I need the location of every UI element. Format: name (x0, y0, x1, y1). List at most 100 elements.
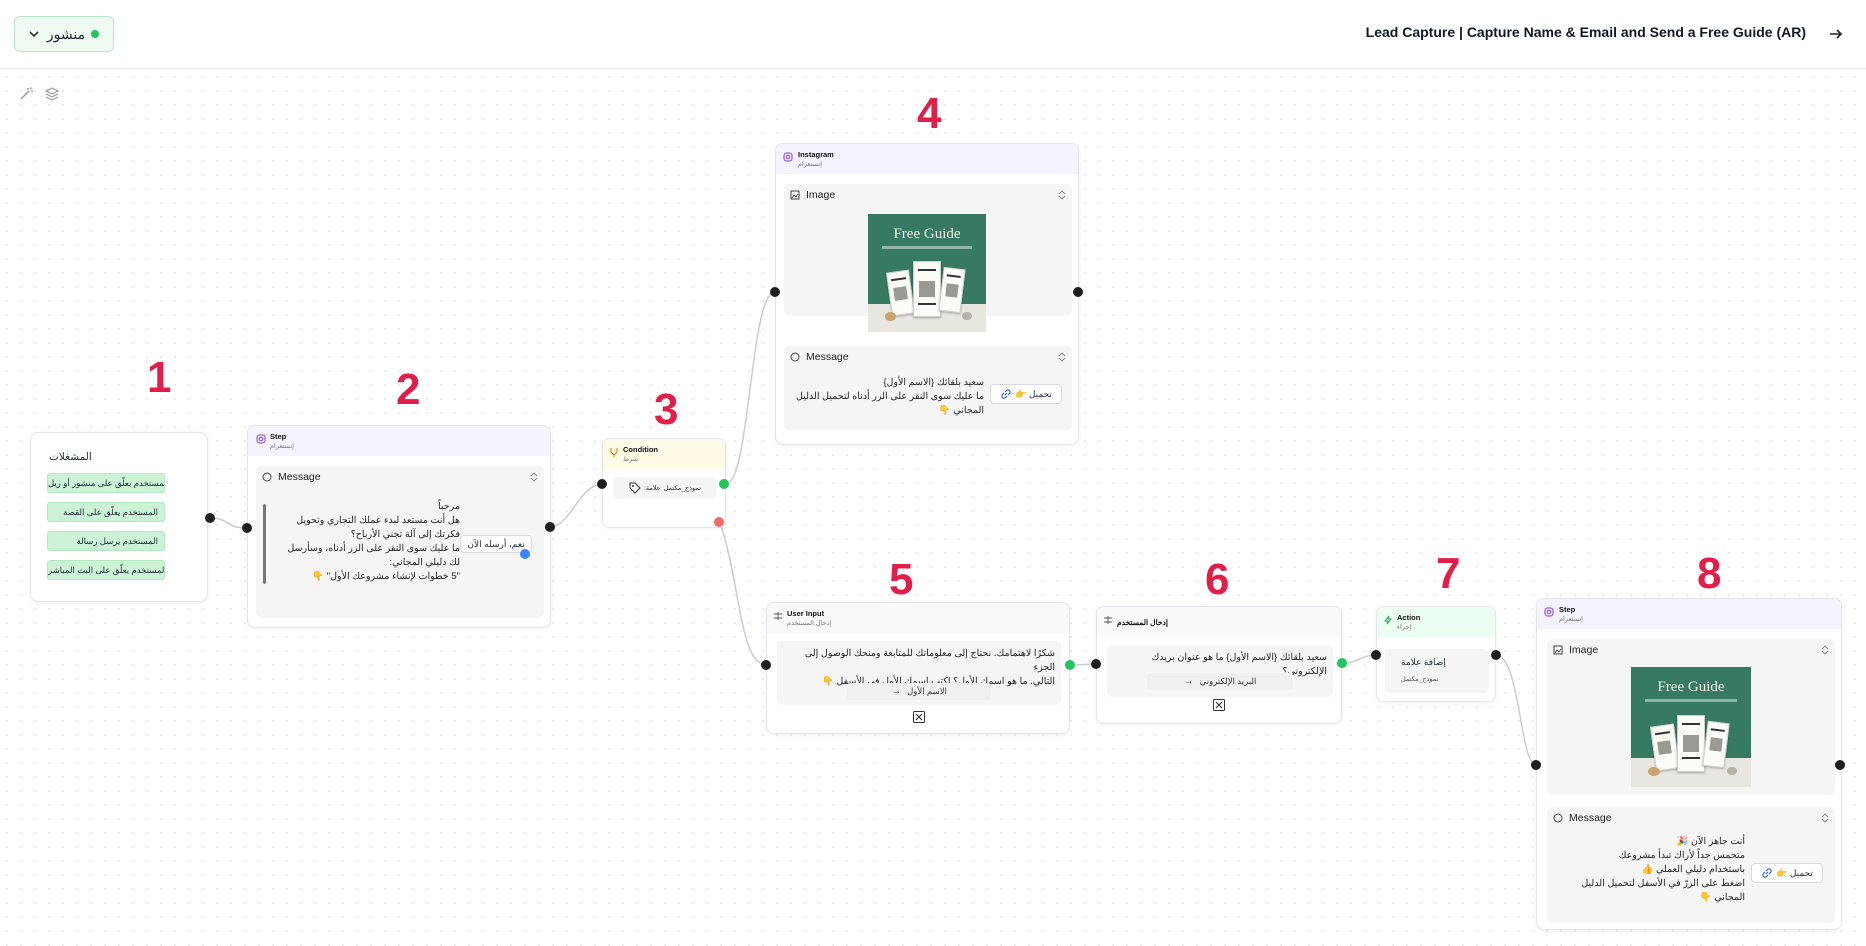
input-port[interactable] (1091, 659, 1101, 669)
trigger-item[interactable]: المستخدم يرسل رسالة (47, 531, 165, 551)
download-button[interactable]: 👉 تحميل (990, 384, 1062, 404)
action-item[interactable]: إضافة علامة نموذج_مكتمل (1385, 649, 1489, 693)
message-section[interactable]: Message مرحباً هل أنت مستعد لبدء عملك ال… (256, 466, 544, 618)
node-title: User Input (787, 609, 825, 618)
triggers-node[interactable]: المشغلات المستخدم يعلّق على منشور أو ريل… (30, 432, 208, 602)
scrollbar[interactable] (263, 504, 266, 584)
button-output-port[interactable] (520, 549, 530, 559)
first-name-field[interactable]: → الاسم الأول (847, 683, 991, 700)
input-port[interactable] (242, 523, 252, 533)
output-port[interactable] (1835, 760, 1845, 770)
condition-false-port[interactable] (714, 517, 724, 527)
node-header: Step إنستغرام (248, 426, 550, 456)
node-header: Action إجراء (1377, 607, 1495, 637)
message-section[interactable]: سعيد بلقائك {الاسم الأول} ما هو عنوان بر… (1107, 645, 1333, 697)
condition-true-port[interactable] (719, 479, 729, 489)
action-label: إضافة علامة (1401, 657, 1446, 667)
message-section[interactable]: Message أنت جاهز الآن 🎉 متحمس جداً لأراك… (1547, 807, 1835, 923)
message-text: مرحباً هل أنت مستعد لبدء عملك التجاري وت… (287, 501, 460, 582)
input-port[interactable] (761, 660, 771, 670)
step-number-5: 5 (889, 555, 914, 604)
image-icon (1553, 645, 1563, 655)
condition-rule[interactable]: :علامة نموذج_مكتمل (613, 477, 717, 499)
node-header: Condition شرط (603, 439, 725, 469)
message-text: سعيد بلقائك {الاسم الأول} ما عليك سوى ال… (796, 377, 984, 416)
input-port[interactable] (597, 479, 607, 489)
step-number-3: 3 (654, 385, 679, 434)
top-bar: منشور Lead Capture | Capture Name & Emai… (0, 0, 1866, 69)
status-label: منشور (46, 25, 86, 42)
message-text: أنت جاهز الآن 🎉 متحمس جداً لأراك تبدأ مش… (1581, 836, 1745, 903)
email-field[interactable]: → البريد الإلكتروني (1147, 673, 1293, 690)
section-title: Message (806, 351, 849, 363)
output-port[interactable] (1491, 650, 1501, 660)
node-title: Instagram (798, 150, 834, 159)
magic-wand-icon[interactable] (18, 86, 34, 102)
final-step-node[interactable]: Step إنستغرام Image Free Guide Message أ… (1536, 598, 1842, 930)
instagram-icon (1544, 607, 1554, 617)
flow-title: Lead Capture | Capture Name & Email and … (1365, 24, 1806, 40)
output-port[interactable] (545, 522, 555, 532)
instagram-node[interactable]: Instagram إنستغرام Image Free Guide Mess… (775, 143, 1079, 445)
image-section[interactable]: Image Free Guide (1547, 639, 1835, 795)
node-subtitle: شرط (623, 456, 639, 463)
step-node[interactable]: Step إنستغرام Message مرحباً هل أنت مستع… (247, 425, 551, 628)
layers-icon[interactable] (44, 86, 60, 102)
download-button[interactable]: 👉 تحميل (1751, 863, 1823, 883)
section-header: Message (1547, 807, 1835, 829)
output-port[interactable] (205, 513, 215, 523)
tag-icon (629, 482, 641, 494)
chevron-updown-icon[interactable] (1058, 190, 1066, 200)
user-input-node[interactable]: User Input إدخال المستخدم شكرًا لاهتمامك… (766, 602, 1070, 734)
input-port[interactable] (770, 287, 780, 297)
chevron-updown-icon[interactable] (1058, 352, 1066, 362)
node-header: إدخال المستخدم (1097, 607, 1341, 637)
close-icon[interactable] (913, 711, 925, 723)
arrow-right-icon: → (891, 686, 902, 697)
publish-status-dropdown[interactable]: منشور (14, 16, 114, 52)
instagram-icon (783, 152, 793, 162)
action-tag: نموذج_مكتمل (1401, 676, 1439, 683)
input-port[interactable] (1531, 760, 1541, 770)
email-input-node[interactable]: إدخال المستخدم سعيد بلقائك {الاسم الأول}… (1096, 606, 1342, 724)
node-subtitle: إدخال المستخدم (787, 620, 832, 627)
step-number-4: 4 (917, 89, 942, 138)
chevron-updown-icon[interactable] (1821, 645, 1829, 655)
trigger-item[interactable]: المستخدم يعلّق على القصة (47, 502, 165, 522)
image-section[interactable]: Image Free Guide (784, 184, 1072, 332)
image-icon (790, 190, 800, 200)
message-section[interactable]: Message سعيد بلقائك {الاسم الأول} ما علي… (784, 346, 1072, 430)
output-port[interactable] (1073, 287, 1083, 297)
message-icon (262, 472, 272, 482)
chevron-updown-icon[interactable] (530, 472, 538, 482)
node-title: Action (1397, 613, 1421, 622)
message-section[interactable]: شكرًا لاهتمامك. نحتاج إلى معلوماتك للمتا… (777, 641, 1061, 705)
condition-node[interactable]: Condition شرط :علامة نموذج_مكتمل (602, 438, 726, 528)
step-number-8: 8 (1697, 549, 1722, 598)
node-header: Step إنستغرام (1537, 599, 1841, 629)
step-number-1: 1 (147, 353, 172, 402)
output-port[interactable] (1337, 658, 1347, 668)
section-header: Image (784, 184, 1072, 206)
action-node[interactable]: Action إجراء إضافة علامة نموذج_مكتمل (1376, 606, 1496, 702)
section-header: Message (784, 346, 1072, 368)
section-header: Image (1547, 639, 1835, 661)
node-title: Condition (623, 445, 658, 454)
section-title: Message (278, 471, 321, 483)
trigger-item[interactable]: المستخدم يعلّق على منشور أو ريل (47, 473, 165, 493)
close-icon[interactable] (1213, 699, 1225, 711)
arrow-right-icon[interactable] (1828, 26, 1844, 42)
message-icon (790, 352, 800, 362)
node-title: Step (270, 432, 287, 441)
chevron-updown-icon[interactable] (1821, 813, 1829, 823)
chevron-down-icon (29, 31, 39, 38)
step-number-7: 7 (1436, 549, 1461, 598)
node-header: Instagram إنستغرام (776, 144, 1078, 174)
node-subtitle: إنستغرام (270, 443, 294, 450)
node-header: User Input إدخال المستخدم (767, 603, 1069, 633)
tag-value: نموذج_مكتمل (663, 485, 701, 492)
output-port[interactable] (1065, 660, 1075, 670)
tag-label: :علامة (644, 485, 661, 492)
input-port[interactable] (1371, 650, 1381, 660)
trigger-item[interactable]: المستخدم يعلّق على البث المباشر (47, 560, 165, 580)
